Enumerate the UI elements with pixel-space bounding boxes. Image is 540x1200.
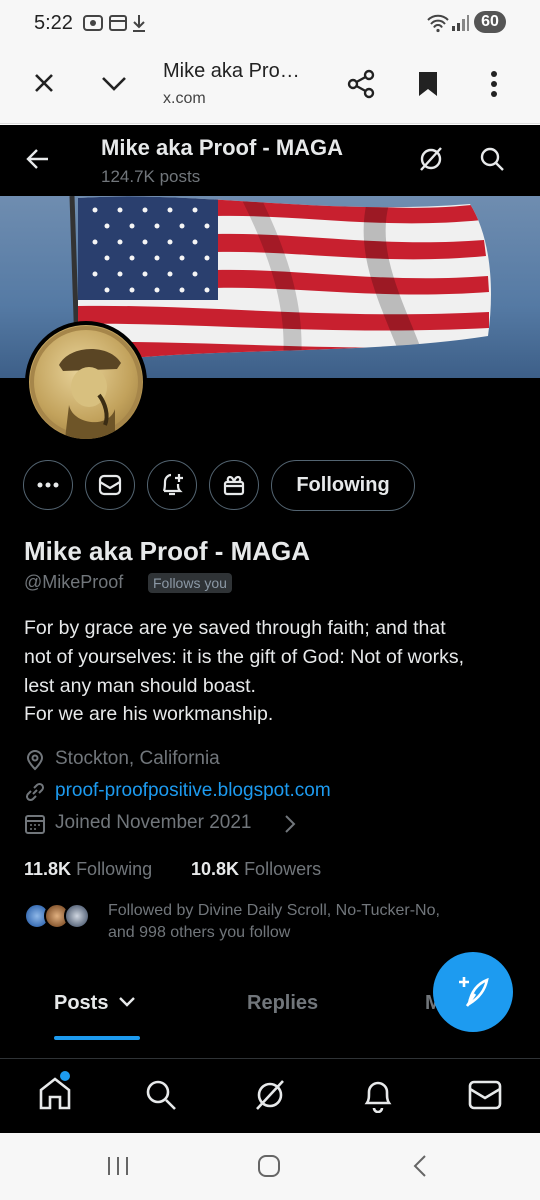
calendar-icon: [24, 813, 46, 835]
chevron-down-icon[interactable]: [118, 995, 136, 1009]
signal-icon: [450, 13, 470, 33]
tab-posts[interactable]: Posts: [54, 992, 108, 1015]
bell-plus-icon: [162, 473, 183, 496]
back-icon[interactable]: [411, 1154, 429, 1178]
battery-indicator: 60: [474, 11, 506, 33]
tab-title[interactable]: Mike aka Pro…: [163, 60, 300, 83]
download-icon: [131, 13, 147, 33]
grok-icon[interactable]: [418, 146, 444, 172]
message-button[interactable]: [85, 460, 135, 510]
following-count: 11.8K: [24, 859, 72, 879]
more-options-button[interactable]: [23, 460, 73, 510]
followed-by-avatars[interactable]: [24, 903, 94, 933]
bookmark-icon[interactable]: [417, 70, 439, 98]
notifications-subscribe-button[interactable]: [147, 460, 197, 510]
gift-button[interactable]: [209, 460, 259, 510]
back-arrow-icon[interactable]: [26, 147, 50, 171]
location-pin-icon: [24, 749, 46, 771]
search-icon[interactable]: [144, 1078, 178, 1112]
more-horizontal-icon: [37, 482, 59, 488]
following-stat[interactable]: 11.8K Following: [24, 859, 152, 880]
chevron-down-icon[interactable]: [101, 73, 127, 93]
status-time: 5:22: [34, 12, 73, 34]
tab-posts-label: Posts: [54, 992, 109, 1014]
profile-avatar[interactable]: [25, 321, 147, 443]
divider: [0, 1058, 540, 1059]
tab-replies[interactable]: Replies: [247, 992, 318, 1015]
header-profile-name: Mike aka Proof - MAGA: [101, 135, 344, 160]
home-button-icon[interactable]: [257, 1154, 281, 1178]
followers-stat[interactable]: 10.8K Followers: [191, 859, 321, 880]
search-icon[interactable]: [479, 146, 505, 172]
bio-line: For by grace are ye saved through faith;…: [24, 617, 446, 639]
feather-plus-icon: [459, 977, 489, 1007]
location-text: Stockton, California: [55, 748, 220, 769]
follows-you-badge: Follows you: [148, 573, 232, 593]
bio-line: not of yourselves: it is the gift of God…: [24, 646, 465, 668]
more-vertical-icon[interactable]: [490, 70, 498, 98]
followers-label: Followers: [244, 859, 322, 879]
recent-apps-icon[interactable]: [106, 1155, 130, 1177]
following-button[interactable]: Following: [271, 460, 415, 511]
link-icon: [24, 781, 46, 803]
envelope-icon[interactable]: [468, 1080, 502, 1110]
followers-count: 10.8K: [191, 859, 240, 879]
share-icon[interactable]: [346, 69, 376, 99]
calendar-status-icon: [108, 13, 128, 33]
bio-line: lest any man should boast.: [24, 675, 256, 697]
chevron-right-icon[interactable]: [284, 814, 296, 834]
followed-by-text[interactable]: Followed by Divine Daily Scroll, No-Tuck…: [108, 902, 440, 920]
gift-icon: [223, 475, 245, 496]
close-icon[interactable]: [32, 71, 56, 95]
envelope-icon: [98, 474, 122, 496]
avatar: [64, 903, 90, 929]
joined-date[interactable]: Joined November 2021: [55, 812, 251, 834]
followed-by-text[interactable]: and 998 others you follow: [108, 924, 290, 942]
header-post-count: 124.7K posts: [101, 167, 201, 186]
active-tab-indicator: [54, 1036, 140, 1040]
website-link[interactable]: proof-proofpositive.blogspot.com: [55, 780, 331, 802]
following-label: Following: [76, 859, 153, 879]
tab-url[interactable]: x.com: [163, 90, 206, 108]
handle: @MikeProof: [24, 572, 124, 592]
bell-icon[interactable]: [361, 1077, 395, 1113]
grok-icon[interactable]: [253, 1078, 287, 1112]
bio-line: For we are his workmanship.: [24, 703, 274, 725]
display-name: Mike aka Proof - MAGA: [24, 536, 311, 566]
compose-post-button[interactable]: [433, 952, 513, 1032]
wifi-icon: [426, 13, 450, 33]
screen-record-icon: [82, 13, 104, 33]
notification-dot: [60, 1071, 70, 1081]
